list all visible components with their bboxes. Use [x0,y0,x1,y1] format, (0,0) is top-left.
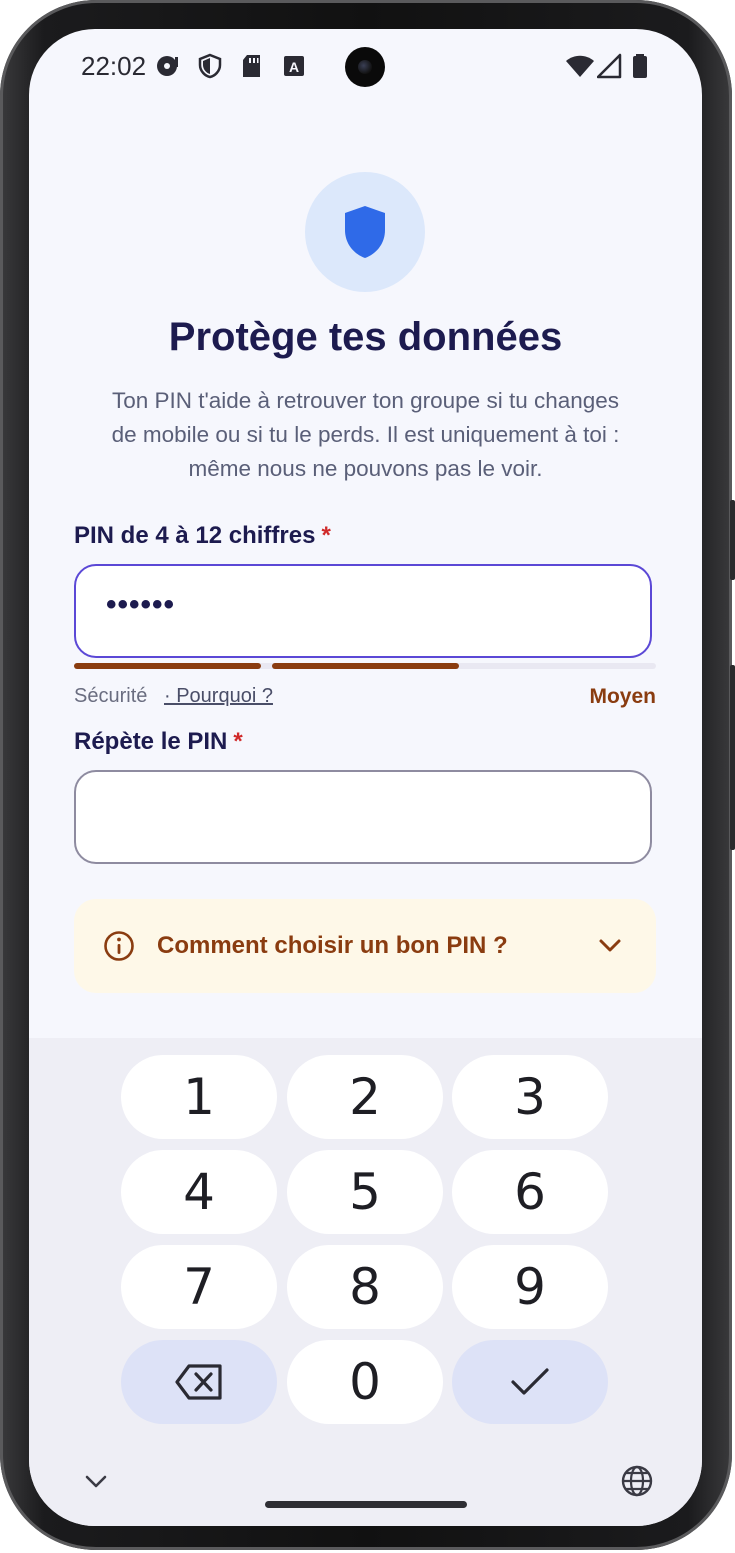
strength-row: Sécurité · Pourquoi ? Moyen [74,685,656,715]
repeat-field-label: Répète le PIN * [74,728,243,756]
tips-text: Comment choisir un bon PIN ? [157,932,508,959]
home-indicator[interactable] [265,1501,467,1508]
key-8[interactable]: 8 [287,1245,443,1329]
pin-masked-value: •••••• [106,588,176,621]
subtitle-line: Ton PIN t'aide à retrouver ton groupe si… [111,388,620,413]
repeat-pin-input[interactable] [74,770,652,864]
globe-icon[interactable] [620,1464,654,1498]
key-9[interactable]: 9 [452,1245,608,1329]
front-camera [345,47,385,87]
key-1[interactable]: 1 [121,1055,277,1139]
media-icon [157,56,178,76]
key-5[interactable]: 5 [287,1150,443,1234]
power-button [730,500,735,580]
repeat-label-text: Répète le PIN [74,728,228,755]
shield-icon [345,206,385,258]
security-label: Sécurité [74,685,148,707]
numeric-keyboard: 1 2 3 4 5 6 7 8 9 0 [29,1038,702,1526]
strength-segment-1 [74,663,261,669]
pin-field-label: PIN de 4 à 12 chiffres * [74,522,331,550]
status-bar: 22:02 A [29,29,702,105]
strength-level: Moyen [589,685,656,708]
key-3[interactable]: 3 [452,1055,608,1139]
chevron-down-icon [599,939,621,952]
key-6[interactable]: 6 [452,1150,608,1234]
keyboard-collapse-icon[interactable] [84,1472,108,1490]
page-subtitle: Ton PIN t'aide à retrouver ton groupe si… [79,384,652,486]
sd-card-icon [243,55,260,77]
shield-badge [305,172,425,292]
check-icon [511,1368,549,1395]
backspace-key[interactable] [121,1340,277,1424]
status-time: 22:02 [81,51,147,81]
key-7[interactable]: 7 [121,1245,277,1329]
key-4[interactable]: 4 [121,1150,277,1234]
subtitle-line: même nous ne pouvons pas le voir. [188,456,543,481]
key-0[interactable]: 0 [287,1340,443,1424]
backspace-icon [175,1364,222,1400]
pin-input[interactable]: •••••• [74,564,652,658]
page-title: Protège tes données [168,315,563,359]
svg-text:A: A [289,59,299,75]
pin-tips-expander[interactable]: Comment choisir un bon PIN ? [74,899,656,993]
volume-button [730,665,735,850]
required-mark: * [321,522,331,549]
battery-icon [633,54,647,78]
why-link[interactable]: · Pourquoi ? [164,685,273,708]
info-icon [104,931,134,961]
shield-status-icon [198,53,222,79]
required-mark: * [233,728,243,755]
key-2[interactable]: 2 [287,1055,443,1139]
strength-segment-2 [272,663,459,669]
subtitle-line: de mobile ou si tu le perds. Il est uniq… [111,422,620,447]
confirm-key[interactable] [452,1340,608,1424]
screen: 22:02 A Protège tes données Ton PIN t'ai… [29,29,702,1526]
pin-label-text: PIN de 4 à 12 chiffres [74,522,316,549]
a-box-icon: A [284,56,304,76]
wifi-icon [566,55,594,77]
signal-icon [597,53,622,79]
